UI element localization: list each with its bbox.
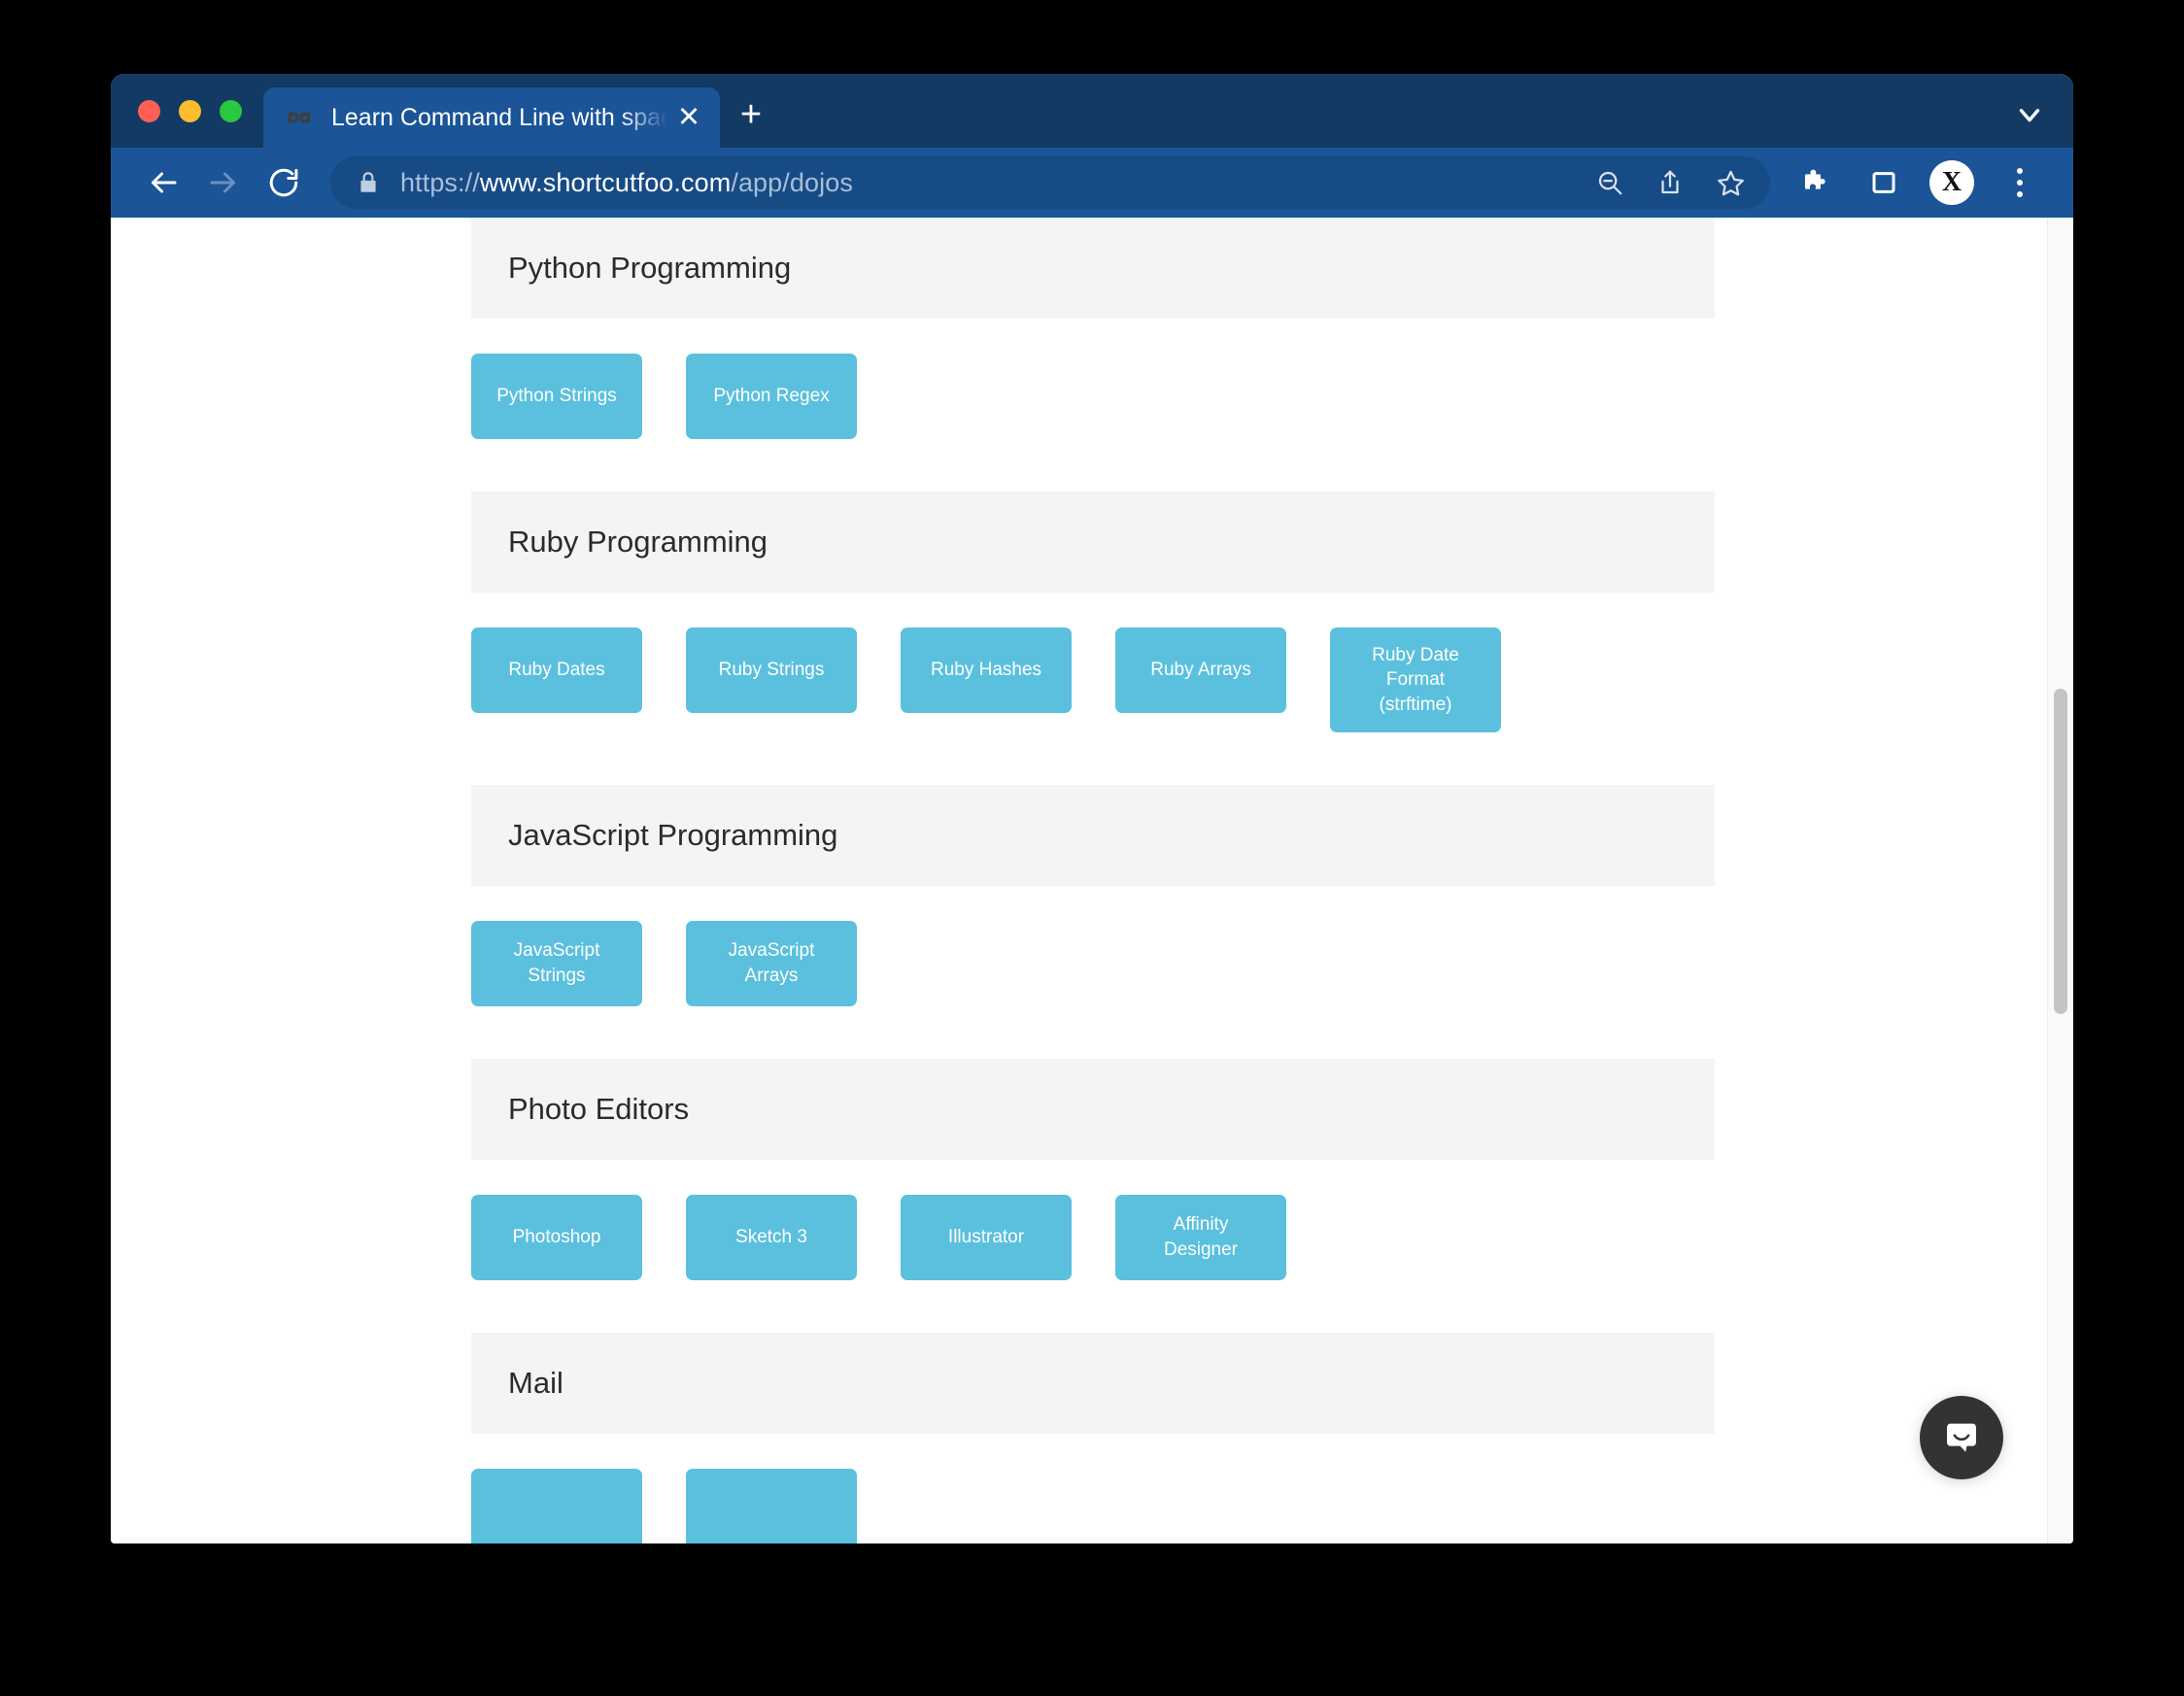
chevron-down-icon[interactable] — [1986, 87, 2073, 148]
dojo-tile[interactable]: Photoshop — [471, 1195, 642, 1280]
shortcutfoo-logo-icon — [285, 103, 314, 132]
dojos-list: Python Programming Python Strings Python R… — [471, 218, 1715, 1543]
kebab-dots — [2017, 168, 2023, 197]
browser-tab[interactable]: Learn Command Line with spac ✕ — [263, 87, 720, 148]
share-icon[interactable] — [1640, 156, 1700, 209]
section-header: JavaScript Programming — [471, 785, 1715, 886]
dojo-tile[interactable]: Affinity Designer — [1115, 1195, 1286, 1280]
window-traffic-lights — [111, 100, 263, 148]
tile-row: Photoshop Sketch 3 Illustrator Affinity Des… — [471, 1160, 1715, 1333]
chat-bubble-icon — [1947, 1423, 1976, 1452]
omnibox-actions — [1580, 156, 1760, 209]
avatar-initial: X — [1929, 160, 1974, 205]
reload-button[interactable] — [256, 155, 311, 210]
dojo-tile[interactable]: Ruby Hashes — [901, 628, 1072, 713]
dojo-tile[interactable]: Python Strings — [471, 354, 642, 439]
tile-row: Python Strings Python Regex — [471, 319, 1715, 492]
intercom-launcher-button[interactable] — [1920, 1396, 2003, 1479]
dojo-tile[interactable]: JavaScript Arrays — [686, 921, 857, 1006]
new-tab-button[interactable]: + — [720, 87, 782, 148]
section-title: Python Programming — [508, 251, 792, 285]
dojo-tile[interactable]: Ruby Dates — [471, 628, 642, 713]
tab-strip: Learn Command Line with spac ✕ + — [111, 74, 2073, 148]
dojo-tile[interactable]: Ruby Arrays — [1115, 628, 1286, 713]
page-viewport: Python Programming Python Strings Python R… — [111, 218, 2073, 1543]
dojo-tile[interactable]: JavaScript Strings — [471, 921, 642, 1006]
tile-row: JavaScript Strings JavaScript Arrays — [471, 886, 1715, 1059]
section-title: Mail — [508, 1366, 563, 1400]
avatar[interactable]: X — [1922, 155, 1982, 210]
dojo-tile[interactable]: Ruby Date Format (strftime) — [1330, 628, 1501, 732]
lock-icon — [356, 170, 381, 195]
section-header: Ruby Programming — [471, 492, 1715, 593]
url-scheme: https:// — [400, 167, 480, 197]
screenshot-root: Learn Command Line with spac ✕ + https:/… — [0, 0, 2184, 1696]
window-maximize-button[interactable] — [220, 100, 242, 122]
address-bar[interactable]: https://www.shortcutfoo.com/app/dojos — [330, 156, 1770, 209]
section-header: Photo Editors — [471, 1059, 1715, 1160]
window-minimize-button[interactable] — [179, 100, 201, 122]
dojo-tile[interactable]: Sketch 3 — [686, 1195, 857, 1280]
window-close-button[interactable] — [138, 100, 160, 122]
back-button[interactable] — [136, 155, 190, 210]
dojo-tile[interactable]: Python Regex — [686, 354, 857, 439]
section-title: JavaScript Programming — [508, 818, 838, 852]
browser-toolbar: https://www.shortcutfoo.com/app/dojos X — [111, 148, 2073, 218]
url-path: /app/dojos — [731, 167, 853, 197]
section-header: Mail — [471, 1333, 1715, 1434]
section-title: Ruby Programming — [508, 525, 768, 559]
dojo-tile[interactable] — [471, 1469, 642, 1543]
kebab-menu-icon[interactable] — [1990, 155, 2050, 210]
url-domain: www.shortcutfoo.com — [479, 167, 732, 197]
section-header: Python Programming — [471, 218, 1715, 319]
star-icon[interactable] — [1700, 156, 1760, 209]
dojo-tile[interactable]: Ruby Strings — [686, 628, 857, 713]
scrollbar-thumb[interactable] — [2054, 689, 2067, 1014]
section-title: Photo Editors — [508, 1092, 690, 1126]
dojo-tile[interactable] — [686, 1469, 857, 1543]
dojo-tile[interactable]: Illustrator — [901, 1195, 1072, 1280]
forward-button[interactable] — [196, 155, 251, 210]
vertical-scrollbar[interactable] — [2047, 218, 2073, 1543]
zoom-out-icon[interactable] — [1580, 156, 1640, 209]
extensions-icon[interactable] — [1786, 155, 1846, 210]
browser-window: Learn Command Line with spac ✕ + https:/… — [111, 74, 2073, 1543]
page-body: Python Programming Python Strings Python R… — [111, 218, 2073, 1543]
url-text: https://www.shortcutfoo.com/app/dojos — [400, 168, 1580, 198]
tab-title: Learn Command Line with spac — [331, 103, 667, 131]
side-panel-icon[interactable] — [1854, 155, 1914, 210]
tile-row: Ruby Dates Ruby Strings Ruby Hashes Ruby Ar… — [471, 593, 1715, 785]
tile-row — [471, 1434, 1715, 1543]
tab-close-button[interactable]: ✕ — [667, 96, 710, 139]
tab-strip-spacer — [782, 147, 1986, 148]
